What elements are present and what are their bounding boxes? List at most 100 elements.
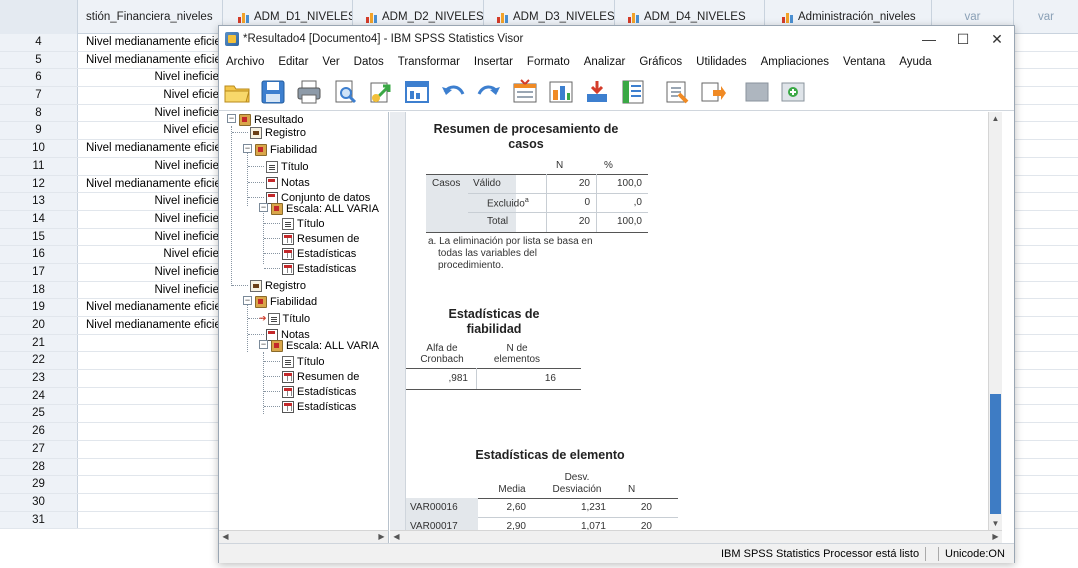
row-number[interactable]: 29 [0, 476, 78, 493]
row-number[interactable]: 10 [0, 140, 78, 157]
data-cell[interactable]: Nivel medianamente eficie [78, 52, 223, 69]
variables-icon[interactable] [619, 78, 647, 106]
row-number[interactable]: 25 [0, 405, 78, 423]
data-cell[interactable]: Nivel medianamente eficie [78, 317, 223, 334]
data-cell[interactable] [78, 459, 223, 476]
data-cell[interactable]: Nivel ineficie [78, 264, 223, 281]
outline-registro[interactable]: Registro [250, 126, 306, 139]
menu-transformar[interactable]: Transformar [391, 56, 467, 68]
row-number[interactable]: 5 [0, 51, 78, 69]
row-number[interactable]: 4 [0, 34, 78, 51]
goto-data-icon[interactable] [511, 78, 539, 106]
row-number[interactable]: 28 [0, 458, 78, 476]
row-number[interactable]: 22 [0, 352, 78, 370]
outline-escala[interactable]: Escala: ALL VARIA [271, 202, 379, 215]
item-statistics-table-title[interactable]: Estadísticas de elemento [450, 448, 650, 463]
save-icon[interactable] [259, 78, 287, 106]
data-cell[interactable]: Nivel ineficie [78, 158, 223, 175]
scroll-down-icon[interactable]: ▼ [989, 517, 1002, 530]
show-output-icon[interactable] [663, 78, 691, 106]
menu-insertar[interactable]: Insertar [467, 56, 520, 68]
row-number[interactable]: 12 [0, 175, 78, 193]
content-horizontal-scrollbar[interactable]: ◀ ▶ [390, 530, 1002, 543]
data-cell[interactable]: Nivel ineficie [78, 211, 223, 228]
redo-icon[interactable] [475, 78, 503, 106]
row-number[interactable]: 31 [0, 511, 78, 529]
data-cell[interactable]: Nivel ineficie [78, 282, 223, 299]
outline-horizontal-scrollbar[interactable]: ◀ ▶ [219, 530, 389, 543]
data-cell[interactable]: Nivel eficie [78, 87, 223, 104]
case-processing-table-title[interactable]: Resumen de procesamiento de casos [426, 122, 626, 152]
maximize-button[interactable]: ☐ [946, 26, 980, 52]
minimize-button[interactable]: — [912, 26, 946, 52]
row-number[interactable]: 7 [0, 87, 78, 104]
item-statistics-table[interactable]: Media Desv. Desviación N VAR00016 2,60 1,2… [406, 470, 686, 530]
outline-resumen[interactable]: Resumen de [282, 232, 359, 245]
row-number[interactable]: 18 [0, 281, 78, 299]
row-number[interactable]: 20 [0, 317, 78, 334]
outline-titulo-selected[interactable]: ➔ Título [259, 312, 310, 325]
scroll-up-icon[interactable]: ▲ [989, 112, 1002, 125]
data-cell[interactable]: Nivel medianamente eficie [78, 176, 223, 193]
outline-titulo[interactable]: Título [282, 355, 325, 368]
outline-estadisticas[interactable]: Estadísticas [282, 400, 356, 413]
print-icon[interactable] [295, 78, 323, 106]
export-icon[interactable] [367, 78, 395, 106]
scroll-left-icon[interactable]: ◀ [390, 531, 403, 543]
row-number[interactable]: 16 [0, 246, 78, 263]
menu-ver[interactable]: Ver [315, 56, 346, 68]
scroll-left-icon[interactable]: ◀ [219, 531, 232, 543]
outline-estadisticas[interactable]: Estadísticas [282, 385, 356, 398]
output-content-pane[interactable]: Resumen de procesamiento de casos N % Ca… [390, 112, 1002, 530]
data-cell[interactable] [78, 352, 223, 369]
outline-estadisticas[interactable]: Estadísticas [282, 247, 356, 260]
row-number[interactable]: 19 [0, 299, 78, 316]
hide-icon[interactable] [743, 78, 771, 106]
menu-formato[interactable]: Formato [520, 56, 577, 68]
row-number[interactable]: 13 [0, 193, 78, 210]
data-cell[interactable] [78, 335, 223, 352]
data-cell[interactable] [78, 370, 223, 387]
row-number[interactable]: 8 [0, 104, 78, 122]
data-cell[interactable] [78, 423, 223, 440]
data-cell[interactable] [78, 441, 223, 458]
open-icon[interactable] [223, 78, 251, 106]
row-number[interactable]: 15 [0, 228, 78, 246]
data-cell[interactable]: Nivel ineficie [78, 69, 223, 86]
outline-resultado[interactable]: Resultado [239, 113, 304, 126]
print-preview-icon[interactable] [331, 78, 359, 106]
data-cell[interactable] [78, 388, 223, 405]
data-cell[interactable]: Nivel medianamente eficie [78, 140, 223, 157]
outline-titulo[interactable]: Título [266, 160, 309, 173]
outline-estadisticas[interactable]: Estadísticas [282, 262, 356, 275]
row-number[interactable]: 11 [0, 157, 78, 175]
reliability-table-title[interactable]: Estadísticas de fiabilidad [424, 307, 564, 337]
outline-pane[interactable]: − Resultado Registro − Fiabilidad Título… [219, 112, 389, 530]
data-cell[interactable]: Nivel ineficie [78, 229, 223, 246]
undo-icon[interactable] [439, 78, 467, 106]
column-header[interactable]: stión_Financiera_niveles [78, 0, 223, 34]
show-icon[interactable] [779, 78, 807, 106]
menu-analizar[interactable]: Analizar [577, 56, 633, 68]
menu-editar[interactable]: Editar [271, 56, 315, 68]
data-cell[interactable]: Nivel eficie [78, 122, 223, 139]
data-cell[interactable]: Nivel ineficie [78, 105, 223, 122]
scrollbar-thumb[interactable] [990, 394, 1001, 514]
row-number[interactable]: 21 [0, 334, 78, 352]
data-cell[interactable]: Nivel eficie [78, 246, 223, 263]
row-number[interactable]: 6 [0, 69, 78, 87]
menu-archivo[interactable]: Archivo [219, 56, 271, 68]
data-cell[interactable] [78, 405, 223, 422]
designate-window-icon[interactable] [699, 78, 727, 106]
goto-variable-icon[interactable] [583, 78, 611, 106]
reliability-table[interactable]: Alfa de Cronbach N de elementos ,981 16 [406, 343, 586, 403]
outline-titulo[interactable]: Título [282, 217, 325, 230]
outline-fiabilidad[interactable]: Fiabilidad [255, 295, 317, 308]
menu-graficos[interactable]: Gráficos [632, 56, 689, 68]
data-cell[interactable] [78, 512, 223, 529]
data-cell[interactable] [78, 494, 223, 511]
title-bar[interactable]: *Resultado4 [Documento4] - IBM SPSS Stat… [219, 26, 1014, 52]
row-number[interactable]: 24 [0, 387, 78, 405]
vertical-scrollbar[interactable]: ▲ ▼ [988, 112, 1002, 530]
data-cell[interactable]: Nivel ineficie [78, 193, 223, 210]
